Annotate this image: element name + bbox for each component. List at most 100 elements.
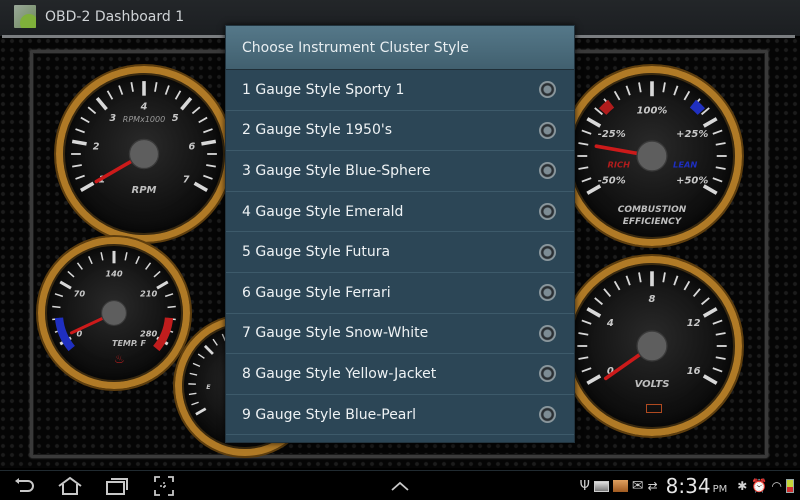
radio-button[interactable] xyxy=(539,365,556,383)
tick-mark xyxy=(715,332,726,336)
battery-charging-icon xyxy=(786,479,794,493)
tick-label: -25% xyxy=(598,129,626,140)
tick-mark xyxy=(153,270,161,278)
tick-mark xyxy=(581,177,592,183)
needle-hub xyxy=(101,300,127,326)
recent-apps-button[interactable] xyxy=(104,474,130,498)
tick-mark xyxy=(95,97,108,111)
radio-button[interactable] xyxy=(539,81,556,99)
tick-mark xyxy=(75,174,85,180)
tick-mark xyxy=(692,288,701,297)
tick-mark xyxy=(673,85,679,96)
status-area[interactable]: Ψ ✉ ⇄ 8:34 PM ✱ ⏰ ◠ xyxy=(578,471,796,500)
tick-mark xyxy=(702,117,718,128)
tick-mark xyxy=(189,372,198,376)
tick-mark xyxy=(124,252,128,261)
needle-hub xyxy=(128,138,160,170)
needle-hub xyxy=(636,330,668,362)
tick-mark xyxy=(662,82,666,93)
battery-icon xyxy=(646,404,662,413)
style-option[interactable]: 7 Gauge Style Snow-White xyxy=(226,314,574,355)
style-option[interactable]: 5 Gauge Style Futura xyxy=(226,232,574,273)
style-option-label: 3 Gauge Style Blue-Sphere xyxy=(242,162,431,179)
tick-mark xyxy=(594,297,603,306)
combustion-label-line1: COMBUSTION xyxy=(617,205,687,215)
home-button[interactable] xyxy=(56,474,84,498)
style-option[interactable]: 2 Gauge Style 1950's xyxy=(226,111,574,152)
needle-hub xyxy=(636,140,668,172)
tick-mark xyxy=(67,270,75,278)
style-option-label: 5 Gauge Style Futura xyxy=(242,244,391,261)
radio-button[interactable] xyxy=(539,243,556,261)
style-option-label: 1 Gauge Style Sporty 1 xyxy=(242,81,405,98)
coolant-temperature-icon: ♨ xyxy=(114,352,125,366)
expand-notifications-button[interactable] xyxy=(388,474,412,498)
tick-label: 140 xyxy=(105,268,123,278)
rpm-gauge[interactable]: 1234567 RPMx1000 RPM xyxy=(56,66,232,242)
tick-label: 4 xyxy=(606,318,614,329)
tick-mark xyxy=(638,272,642,283)
back-button[interactable] xyxy=(12,474,36,498)
app-icon xyxy=(14,5,36,28)
expand-up-icon xyxy=(391,481,409,491)
radio-button[interactable] xyxy=(539,121,556,139)
tick-mark xyxy=(145,262,152,270)
tick-label: 6 xyxy=(188,142,195,153)
tick-mark xyxy=(715,356,726,360)
tick-mark xyxy=(578,142,589,146)
tick-label: 16 xyxy=(687,366,701,377)
tick-label: 8 xyxy=(649,294,656,305)
tick-mark xyxy=(100,252,104,261)
style-option[interactable]: 9 Gauge Style Blue-Pearl xyxy=(226,395,574,436)
radio-button[interactable] xyxy=(539,324,556,342)
color-band xyxy=(598,99,615,115)
style-option[interactable]: 4 Gauge Style Emerald xyxy=(226,192,574,233)
tick-mark xyxy=(203,174,213,180)
dialog-title: Choose Instrument Cluster Style xyxy=(226,26,574,70)
tick-mark xyxy=(154,82,158,92)
tick-mark xyxy=(578,332,589,336)
tick-mark xyxy=(206,164,216,168)
wifi-icon: ◠ xyxy=(771,479,782,493)
alarm-icon: ⏰ xyxy=(751,478,768,494)
tick-mark xyxy=(578,166,589,170)
tick-mark xyxy=(192,362,201,367)
tick-mark xyxy=(625,275,631,286)
screenshot-icon xyxy=(154,476,174,496)
tick-mark xyxy=(135,255,140,265)
tick-mark xyxy=(88,255,93,265)
volts-gauge[interactable]: 0 4 8 12 16 VOLTS xyxy=(562,256,742,436)
style-option-label: 4 Gauge Style Emerald xyxy=(242,203,404,220)
tick-mark xyxy=(702,307,718,318)
radio-button[interactable] xyxy=(539,162,556,180)
temperature-gauge[interactable]: 0 70 140 210 280 TEMP. F ♨ xyxy=(38,237,190,389)
tick-mark xyxy=(586,117,602,128)
system-navigation-bar: Ψ ✉ ⇄ 8:34 PM ✱ ⏰ ◠ xyxy=(0,470,800,500)
tick-mark xyxy=(603,288,612,297)
tick-mark xyxy=(191,106,201,115)
bluetooth-icon: ✱ xyxy=(737,479,748,493)
screenshot-button[interactable] xyxy=(152,474,176,498)
back-icon xyxy=(15,478,34,492)
tick-mark xyxy=(662,272,666,283)
tick-label: +25% xyxy=(676,129,708,140)
sync-icon: ⇄ xyxy=(647,479,658,493)
style-option[interactable]: 1 Gauge Style Sporty 1 xyxy=(226,70,574,111)
tick-mark xyxy=(683,90,691,101)
tick-mark xyxy=(638,82,642,93)
radio-button[interactable] xyxy=(539,406,556,424)
style-option[interactable]: 8 Gauge Style Yellow-Jacket xyxy=(226,354,574,395)
temperature-name-label: TEMP. F xyxy=(112,339,146,348)
style-option[interactable]: 6 Gauge Style Ferrari xyxy=(226,273,574,314)
tick-mark xyxy=(201,139,217,146)
tick-mark xyxy=(174,90,182,100)
clock-time: 8:34 xyxy=(665,474,711,498)
tick-mark xyxy=(701,297,710,306)
radio-button[interactable] xyxy=(539,284,556,302)
combustion-efficiency-gauge[interactable]: -50% -25% 100% +25% +50% RICH LEAN COMBUSTION … xyxy=(562,66,742,246)
style-option-label: 7 Gauge Style Snow-White xyxy=(242,325,429,342)
style-option[interactable]: 3 Gauge Style Blue-Sphere xyxy=(226,151,574,192)
tick-mark xyxy=(581,129,592,135)
radio-button[interactable] xyxy=(539,203,556,221)
tick-mark xyxy=(188,392,197,396)
